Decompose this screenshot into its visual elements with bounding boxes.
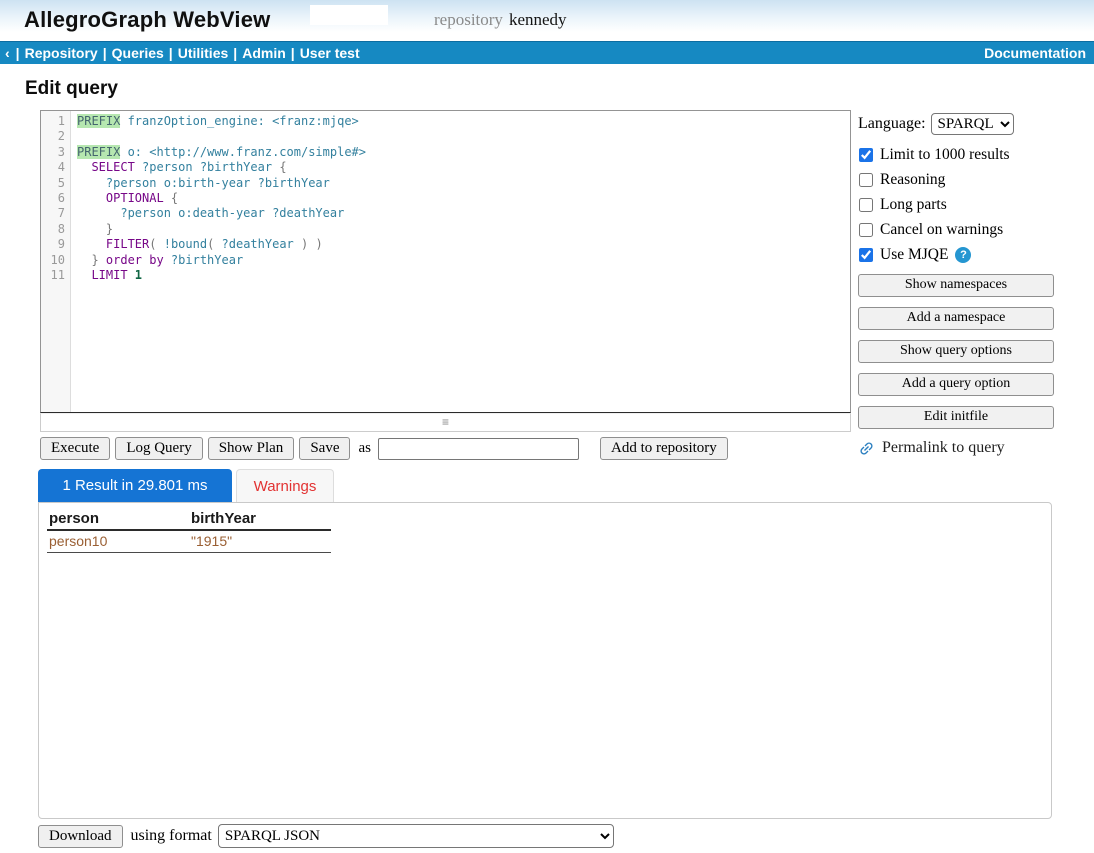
page-title: Edit query — [25, 78, 1094, 100]
nav-separator: | — [169, 45, 173, 61]
nav-bar: ‹ | Repository | Queries | Utilities | A… — [0, 41, 1094, 64]
editor-resize-handle[interactable]: ≡ — [40, 413, 851, 432]
checkbox-row-long-parts: Long parts — [858, 196, 1058, 214]
permalink-label: Permalink to query — [882, 439, 1005, 457]
query-options-panel: Language: SPARQL Limit to 1000 results R… — [858, 110, 1058, 460]
use-mjqe-checkbox[interactable] — [859, 248, 873, 262]
resize-grip-icon: ≡ — [442, 415, 449, 429]
editor-code-area[interactable]: PREFIX franzOption_engine: <franz:mjqe> … — [71, 111, 850, 412]
nav-item-documentation[interactable]: Documentation — [984, 45, 1086, 61]
download-row: Download using format SPARQL JSON — [38, 824, 1094, 848]
nav-item-queries[interactable]: Queries — [112, 45, 164, 61]
result-cell-birthyear: "1915" — [189, 530, 331, 553]
show-plan-button[interactable]: Show Plan — [208, 437, 295, 460]
repository-label: repository — [434, 10, 503, 29]
long-parts-label: Long parts — [880, 196, 947, 214]
use-mjqe-label: Use MJQE — [880, 246, 948, 264]
tab-results[interactable]: 1 Result in 29.801 ms — [38, 469, 232, 502]
log-query-button[interactable]: Log Query — [115, 437, 202, 460]
language-label: Language: — [858, 115, 926, 133]
reasoning-label: Reasoning — [880, 171, 945, 189]
limit-results-checkbox[interactable] — [859, 148, 873, 162]
nav-left: ‹ | Repository | Queries | Utilities | A… — [5, 45, 360, 61]
show-namespaces-button[interactable]: Show namespaces — [858, 274, 1054, 297]
nav-item-repository[interactable]: Repository — [25, 45, 98, 61]
checkbox-row-reasoning: Reasoning — [858, 171, 1058, 189]
nav-item-admin[interactable]: Admin — [242, 45, 286, 61]
query-editor[interactable]: 1234567891011 PREFIX franzOption_engine:… — [40, 110, 851, 413]
editor-column: 1234567891011 PREFIX franzOption_engine:… — [40, 110, 851, 460]
checkbox-row-cancel-warnings: Cancel on warnings — [858, 221, 1058, 239]
nav-item-user-test[interactable]: User test — [300, 45, 360, 61]
reasoning-checkbox[interactable] — [859, 173, 873, 187]
options-buttons: Show namespaces Add a namespace Show que… — [858, 274, 1058, 429]
save-as-label: as — [358, 440, 371, 457]
format-select[interactable]: SPARQL JSON — [218, 824, 614, 848]
results-table: person birthYear person10 "1915" — [47, 509, 331, 553]
save-name-input[interactable] — [378, 438, 579, 460]
header-blank-box — [310, 5, 388, 25]
repository-name: kennedy — [509, 10, 567, 29]
permalink-to-query-link[interactable]: Permalink to query — [858, 439, 1058, 457]
help-icon[interactable]: ? — [955, 247, 971, 263]
main-row: 1234567891011 PREFIX franzOption_engine:… — [40, 110, 1094, 460]
results-header-row: person birthYear — [47, 509, 331, 530]
header: AllegroGraph WebView repository kennedy — [0, 0, 1094, 41]
app-title: AllegroGraph WebView — [24, 7, 270, 33]
column-header-birthyear: birthYear — [189, 509, 331, 530]
cancel-on-warnings-label: Cancel on warnings — [880, 221, 1003, 239]
nav-item-utilities[interactable]: Utilities — [178, 45, 229, 61]
nav-separator: | — [233, 45, 237, 61]
cancel-on-warnings-checkbox[interactable] — [859, 223, 873, 237]
language-select[interactable]: SPARQL — [931, 113, 1014, 135]
using-format-label: using format — [131, 827, 212, 845]
show-query-options-button[interactable]: Show query options — [858, 340, 1054, 363]
editor-line-numbers: 1234567891011 — [41, 111, 71, 412]
nav-separator: | — [16, 45, 20, 61]
repository-indicator: repository kennedy — [434, 10, 567, 30]
result-cell-person[interactable]: person10 — [47, 530, 189, 553]
long-parts-checkbox[interactable] — [859, 198, 873, 212]
table-row: person10 "1915" — [47, 530, 331, 553]
tab-warnings[interactable]: Warnings — [236, 469, 334, 502]
limit-results-label: Limit to 1000 results — [880, 146, 1010, 164]
execute-button[interactable]: Execute — [40, 437, 110, 460]
nav-separator: | — [291, 45, 295, 61]
nav-separator: | — [103, 45, 107, 61]
language-row: Language: SPARQL — [858, 113, 1058, 135]
link-chain-icon — [854, 436, 878, 460]
results-tabs: 1 Result in 29.801 ms Warnings — [38, 469, 1094, 502]
query-toolbar: Execute Log Query Show Plan Save as Add … — [40, 437, 851, 460]
edit-initfile-button[interactable]: Edit initfile — [858, 406, 1054, 429]
add-namespace-button[interactable]: Add a namespace — [858, 307, 1054, 330]
checkbox-row-limit: Limit to 1000 results — [858, 146, 1058, 164]
back-chevron-icon[interactable]: ‹ — [5, 45, 10, 61]
checkbox-row-use-mjqe: Use MJQE ? — [858, 246, 1058, 264]
save-button[interactable]: Save — [299, 437, 350, 460]
results-panel: person birthYear person10 "1915" — [38, 502, 1052, 819]
download-button[interactable]: Download — [38, 825, 123, 848]
column-header-person: person — [47, 509, 189, 530]
add-query-option-button[interactable]: Add a query option — [858, 373, 1054, 396]
add-to-repository-button[interactable]: Add to repository — [600, 437, 728, 460]
